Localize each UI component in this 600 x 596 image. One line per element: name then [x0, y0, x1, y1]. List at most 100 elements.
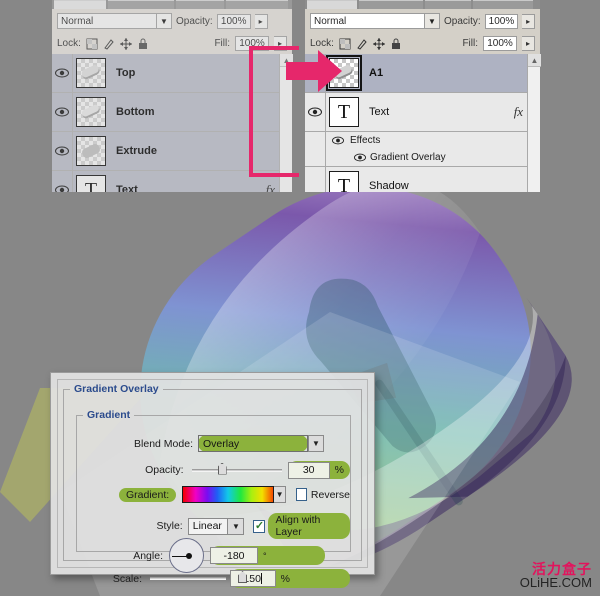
gradient-overlay-dialog[interactable]: Gradient Overlay Gradient Blend Mode: Ov… [50, 372, 375, 588]
text-cursor [260, 573, 262, 584]
eye-icon[interactable] [52, 132, 73, 170]
layer-thumbnail[interactable] [76, 58, 106, 88]
layer-name: Shadow [369, 179, 409, 192]
tab-paths-before[interactable] [176, 0, 224, 9]
layer-name: Text [116, 184, 138, 192]
lock-label-before: Lock: [57, 38, 81, 49]
blend-mode-value: Overlay [203, 437, 240, 450]
gradient-swatch[interactable] [182, 486, 274, 503]
layer-row-effects[interactable]: Effects [305, 132, 540, 149]
opacity-slider[interactable] [191, 462, 282, 475]
layers-panels-strip: Normal ▼ Opacity: 100% ▸ Lock: Fill: 100… [0, 0, 600, 192]
transparency-lock-icon[interactable] [86, 38, 98, 50]
eye-icon[interactable] [52, 171, 73, 192]
align-with-layer-checkbox[interactable]: ✓ [253, 519, 266, 533]
chevron-down-icon[interactable]: ▼ [227, 518, 244, 534]
transparency-lock-icon[interactable] [339, 38, 351, 50]
chevron-down-icon[interactable]: ▼ [308, 435, 324, 452]
watermark: 活力盒子 OLiHE.COM [519, 560, 592, 591]
caret-right-icon[interactable]: ▸ [522, 36, 535, 51]
tab-paths-after[interactable] [425, 0, 471, 9]
dialog-title: Gradient Overlay [74, 383, 159, 395]
eye-icon[interactable] [52, 54, 73, 92]
angle-dial-icon[interactable] [169, 538, 204, 573]
reverse-checkbox[interactable] [296, 488, 307, 501]
move-lock-icon[interactable] [372, 37, 385, 50]
gradient-overlay-group: Gradient Overlay Gradient Blend Mode: Ov… [63, 383, 362, 588]
layer-row-shadow[interactable]: T Shadow [305, 166, 540, 192]
watermark-cn: 活力盒子 [532, 560, 592, 577]
layers-scrollbar-after[interactable]: ▲ [527, 54, 541, 192]
gradient-group-title: Gradient [87, 409, 131, 421]
chevron-down-icon[interactable]: ▼ [273, 486, 287, 503]
paint-lock-icon[interactable] [103, 38, 115, 50]
angle-label: Angle: [133, 549, 163, 562]
eye-icon[interactable] [305, 93, 326, 131]
chevron-down-icon[interactable]: ▼ [156, 14, 171, 28]
layer-thumbnail[interactable]: T [76, 175, 106, 192]
opacity-slider-knob[interactable] [217, 462, 227, 475]
lock-label-after: Lock: [310, 38, 334, 49]
layer-row-text[interactable]: T Text fx ▲ [305, 93, 540, 132]
blend-mode-value-before: Normal [61, 15, 94, 27]
eye-toggle-empty[interactable] [305, 167, 326, 192]
layer-thumbnail[interactable] [76, 136, 106, 166]
style-value: Linear [192, 520, 222, 532]
fill-label-before: Fill: [214, 38, 230, 49]
opacity-row: Opacity: 30 % [77, 461, 350, 479]
check-icon: ✓ [254, 519, 265, 532]
caret-right-icon[interactable]: ▸ [522, 13, 535, 29]
tab-extra-after[interactable] [473, 0, 533, 9]
all-lock-icon[interactable] [137, 38, 149, 50]
blend-mode-row: Blend Mode: Overlay ▼ [77, 435, 350, 452]
blend-mode-select[interactable]: Overlay [198, 435, 308, 452]
move-lock-icon[interactable] [119, 37, 132, 50]
fill-value-after[interactable]: 100% [483, 36, 517, 51]
angle-value[interactable]: -180 [210, 547, 258, 564]
panel-tabs-after[interactable] [305, 0, 540, 9]
tab-extra-before[interactable] [226, 0, 288, 9]
opacity-unit: % [334, 464, 344, 476]
layer-name: A1 [369, 67, 384, 79]
style-select[interactable]: Linear ▼ [187, 517, 245, 535]
scale-label: Scale: [112, 572, 143, 585]
layer-thumbnail[interactable] [76, 97, 106, 127]
scale-value-wrap[interactable]: 150 [229, 570, 276, 587]
caret-up-icon[interactable]: ▲ [528, 54, 541, 67]
fx-icon[interactable]: fx [514, 104, 528, 120]
opacity-field-highlight: 30 % [287, 461, 350, 479]
blend-mode-select-before[interactable]: Normal ▼ [57, 13, 172, 29]
layers-panel-after[interactable]: Normal ▼ Opacity: 100% ▸ Lock: Fill: 100… [305, 0, 541, 192]
caret-right-icon[interactable]: ▸ [254, 13, 268, 29]
scale-slider[interactable] [150, 571, 248, 583]
opacity-value-after[interactable]: 100% [484, 13, 519, 29]
angle-unit: ° [263, 550, 267, 561]
eye-icon[interactable] [350, 153, 370, 162]
eye-icon[interactable] [326, 136, 350, 145]
gradient-overlay-label: Gradient Overlay [370, 152, 446, 163]
angle-row: Angle: -180 ° [77, 538, 350, 573]
style-label: Style: [156, 520, 183, 532]
opacity-value[interactable]: 30 [287, 461, 330, 479]
layer-row-gradient-overlay[interactable]: Gradient Overlay [305, 149, 540, 166]
eye-icon[interactable] [52, 93, 73, 131]
opacity-label: Opacity: [145, 464, 184, 476]
tab-layers-before[interactable] [54, 0, 106, 9]
tab-channels-after[interactable] [359, 0, 423, 9]
screenshot-root: Normal ▼ Opacity: 100% ▸ Lock: Fill: 100… [0, 0, 600, 596]
blend-mode-value-after: Normal [314, 15, 347, 27]
fx-icon[interactable]: fx [266, 182, 280, 192]
all-lock-icon[interactable] [390, 38, 402, 50]
angle-field-highlight: -180 ° [210, 546, 325, 565]
layer-thumbnail[interactable]: T [329, 170, 359, 192]
chevron-down-icon[interactable]: ▼ [424, 14, 439, 28]
tab-layers-after[interactable] [307, 0, 357, 9]
panel-tabs-before[interactable] [52, 0, 292, 9]
tab-channels-before[interactable] [108, 0, 174, 9]
blend-mode-select-after[interactable]: Normal ▼ [310, 13, 440, 29]
paint-lock-icon[interactable] [356, 38, 368, 50]
watermark-en: OLiHE.COM [519, 575, 592, 591]
blend-mode-bar-after: Normal ▼ Opacity: 100% ▸ [305, 10, 540, 32]
layer-thumbnail[interactable]: T [329, 97, 359, 127]
opacity-value-before[interactable]: 100% [216, 13, 251, 29]
